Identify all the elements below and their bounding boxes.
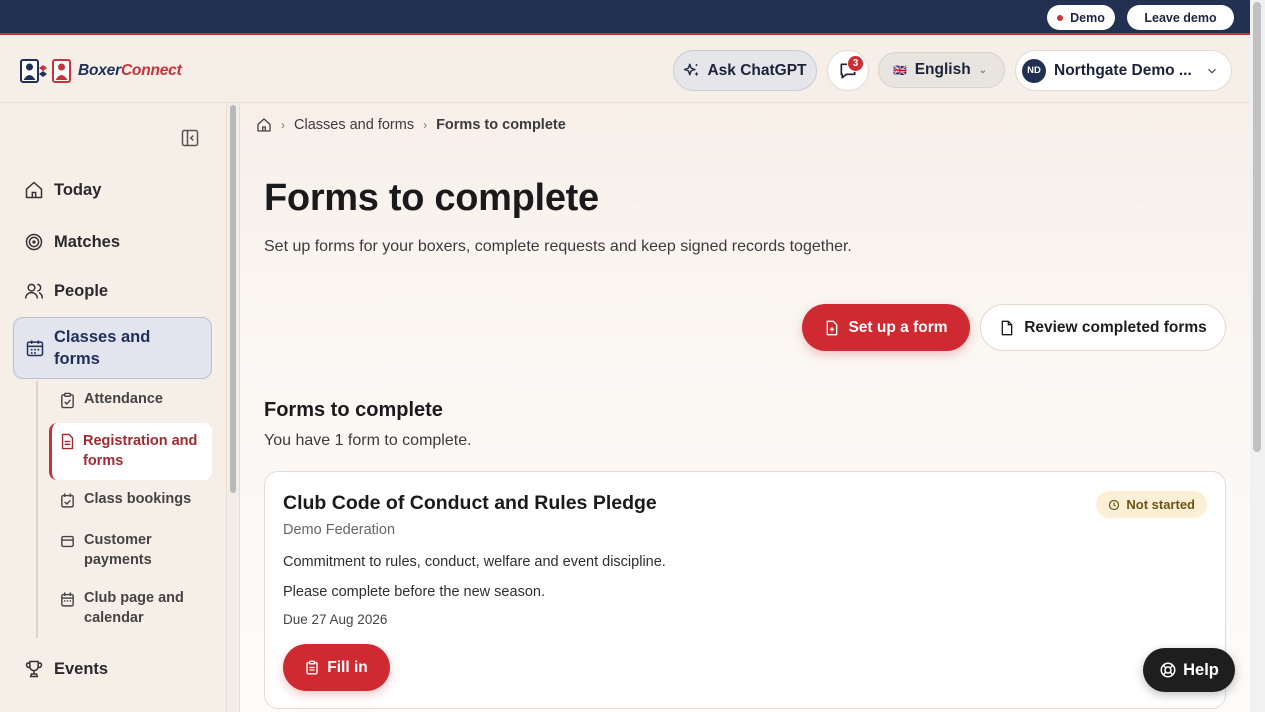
document-icon [61, 433, 74, 450]
target-icon [25, 233, 43, 251]
ask-chatgpt-button[interactable]: Ask ChatGPT [673, 50, 817, 91]
clock-icon [1109, 499, 1120, 510]
demo-bar: Demo Leave demo [0, 0, 1250, 35]
page-description: Set up forms for your boxers, complete r… [264, 238, 852, 255]
brand-name-part1: Boxer [78, 62, 121, 79]
fill-in-label: Fill in [327, 658, 368, 676]
uk-flag-icon: 🇬🇧 [893, 64, 907, 77]
form-due-date: Due 27 Aug 2026 [283, 612, 388, 627]
brand-logo[interactable]: BoxerConnect [20, 58, 182, 84]
sidebar-subitem-attendance[interactable]: Attendance [60, 390, 163, 410]
sidebar-subitem-label: Attendance [84, 391, 163, 407]
set-up-form-label: Set up a form [848, 318, 948, 336]
status-label: Not started [1126, 497, 1195, 512]
chevron-down-icon [1208, 68, 1216, 74]
form-note: Please complete before the new season. [283, 584, 545, 600]
breadcrumb-parent-link[interactable]: Classes and forms [294, 117, 414, 133]
user-name: Northgate Demo ... [1054, 61, 1192, 79]
sidebar-subitem-club-page-and-calendar[interactable]: Club page and calendar [60, 589, 200, 628]
section-title: Forms to complete [264, 399, 443, 421]
chevron-right-icon: › [281, 118, 285, 132]
review-completed-forms-button[interactable]: Review completed forms [980, 304, 1226, 351]
page-scrollbar[interactable] [1250, 0, 1265, 712]
review-completed-forms-label: Review completed forms [1024, 318, 1207, 336]
language-label: English [914, 61, 971, 78]
demo-label: Demo [1070, 10, 1105, 25]
sidebar-subitem-customer-payments[interactable]: Customer payments [60, 531, 200, 570]
sidebar-item-classes-and-forms[interactable]: Classes and forms [13, 317, 212, 379]
form-title: Club Code of Conduct and Rules Pledge [283, 492, 657, 514]
main-content: › Classes and forms › Forms to complete … [240, 103, 1250, 712]
sidebar-item-people[interactable]: People [24, 281, 108, 301]
form-organization: Demo Federation [283, 522, 396, 538]
boxer-logo-icon [20, 59, 71, 83]
sidebar-subitem-label: Registration and forms [83, 433, 198, 469]
chevron-right-icon: › [423, 118, 428, 132]
submenu-divider [36, 381, 38, 638]
breadcrumb-current: Forms to complete [436, 117, 566, 133]
form-card: Club Code of Conduct and Rules Pledge De… [264, 471, 1226, 709]
sidebar-subitem-class-bookings[interactable]: Class bookings [60, 490, 191, 510]
sidebar-subitem-label: Class bookings [84, 491, 192, 507]
language-selector[interactable]: 🇬🇧 English ⌄ [878, 52, 1005, 88]
avatar: ND [1022, 58, 1046, 83]
status-badge: Not started [1096, 491, 1207, 518]
messages-count-badge: 3 [847, 55, 864, 72]
sidebar-item-label: Events [54, 659, 109, 678]
fill-in-button[interactable]: Fill in [283, 644, 390, 691]
document-add-icon [827, 320, 838, 335]
clipboard-check-icon [61, 392, 74, 409]
sidebar-subitem-label: Customer payments [84, 532, 152, 568]
sidebar-subitem-registration-and-forms[interactable]: Registration and forms [49, 423, 212, 480]
demo-badge: Demo [1047, 5, 1115, 30]
help-button[interactable]: Help [1143, 648, 1235, 692]
calendar-check-icon [61, 493, 74, 508]
app-header: BoxerConnect Ask ChatGPT 3 🇬🇧 English ⌄ … [0, 37, 1250, 103]
chevron-down-icon: ⌄ [978, 64, 988, 76]
sidebar-item-events[interactable]: Events [24, 659, 108, 679]
sidebar-item-label: Matches [54, 232, 121, 251]
sidebar-subitem-label: Club page and calendar [84, 590, 184, 626]
sidebar-item-today[interactable]: Today [24, 180, 101, 200]
ask-chatgpt-label: Ask ChatGPT [707, 61, 807, 79]
calendar-icon [26, 340, 44, 357]
document-icon [1001, 320, 1013, 335]
messages-button[interactable]: 3 [827, 50, 869, 91]
user-menu-button[interactable]: ND Northgate Demo ... [1015, 50, 1232, 91]
page-scrollbar-thumb[interactable] [1253, 2, 1261, 452]
lifebuoy-icon [1160, 662, 1176, 678]
demo-dot-icon [1057, 14, 1064, 21]
section-subtitle: You have 1 form to complete. [264, 432, 472, 449]
people-icon [24, 283, 44, 299]
form-description: Commitment to rules, conduct, welfare an… [283, 554, 666, 570]
wallet-icon [61, 535, 74, 548]
brand-name-part2: Connect [120, 62, 182, 79]
help-label: Help [1183, 660, 1219, 679]
clipboard-icon [306, 660, 318, 675]
page-title: Forms to complete [264, 177, 599, 219]
sidebar-scrollbar[interactable] [226, 103, 240, 712]
sidebar-scrollbar-thumb[interactable] [230, 105, 236, 493]
sidebar-item-label: Today [54, 180, 102, 199]
sparkles-icon [684, 63, 700, 76]
brand-name: BoxerConnect [78, 62, 182, 80]
leave-demo-button[interactable]: Leave demo [1127, 5, 1234, 30]
breadcrumb: › Classes and forms › Forms to complete [256, 117, 566, 133]
calendar-grid-icon [61, 592, 74, 607]
sidebar-item-label: Classes and forms [54, 328, 151, 368]
collapse-sidebar-icon[interactable] [180, 128, 200, 148]
sidebar-item-matches[interactable]: Matches [24, 232, 120, 252]
home-icon [25, 181, 43, 199]
sidebar: Today Matches People Classes and forms A… [0, 103, 226, 712]
home-icon[interactable] [256, 117, 272, 133]
trophy-icon [25, 660, 43, 678]
sidebar-item-label: People [54, 281, 109, 300]
set-up-form-button[interactable]: Set up a form [802, 304, 970, 351]
